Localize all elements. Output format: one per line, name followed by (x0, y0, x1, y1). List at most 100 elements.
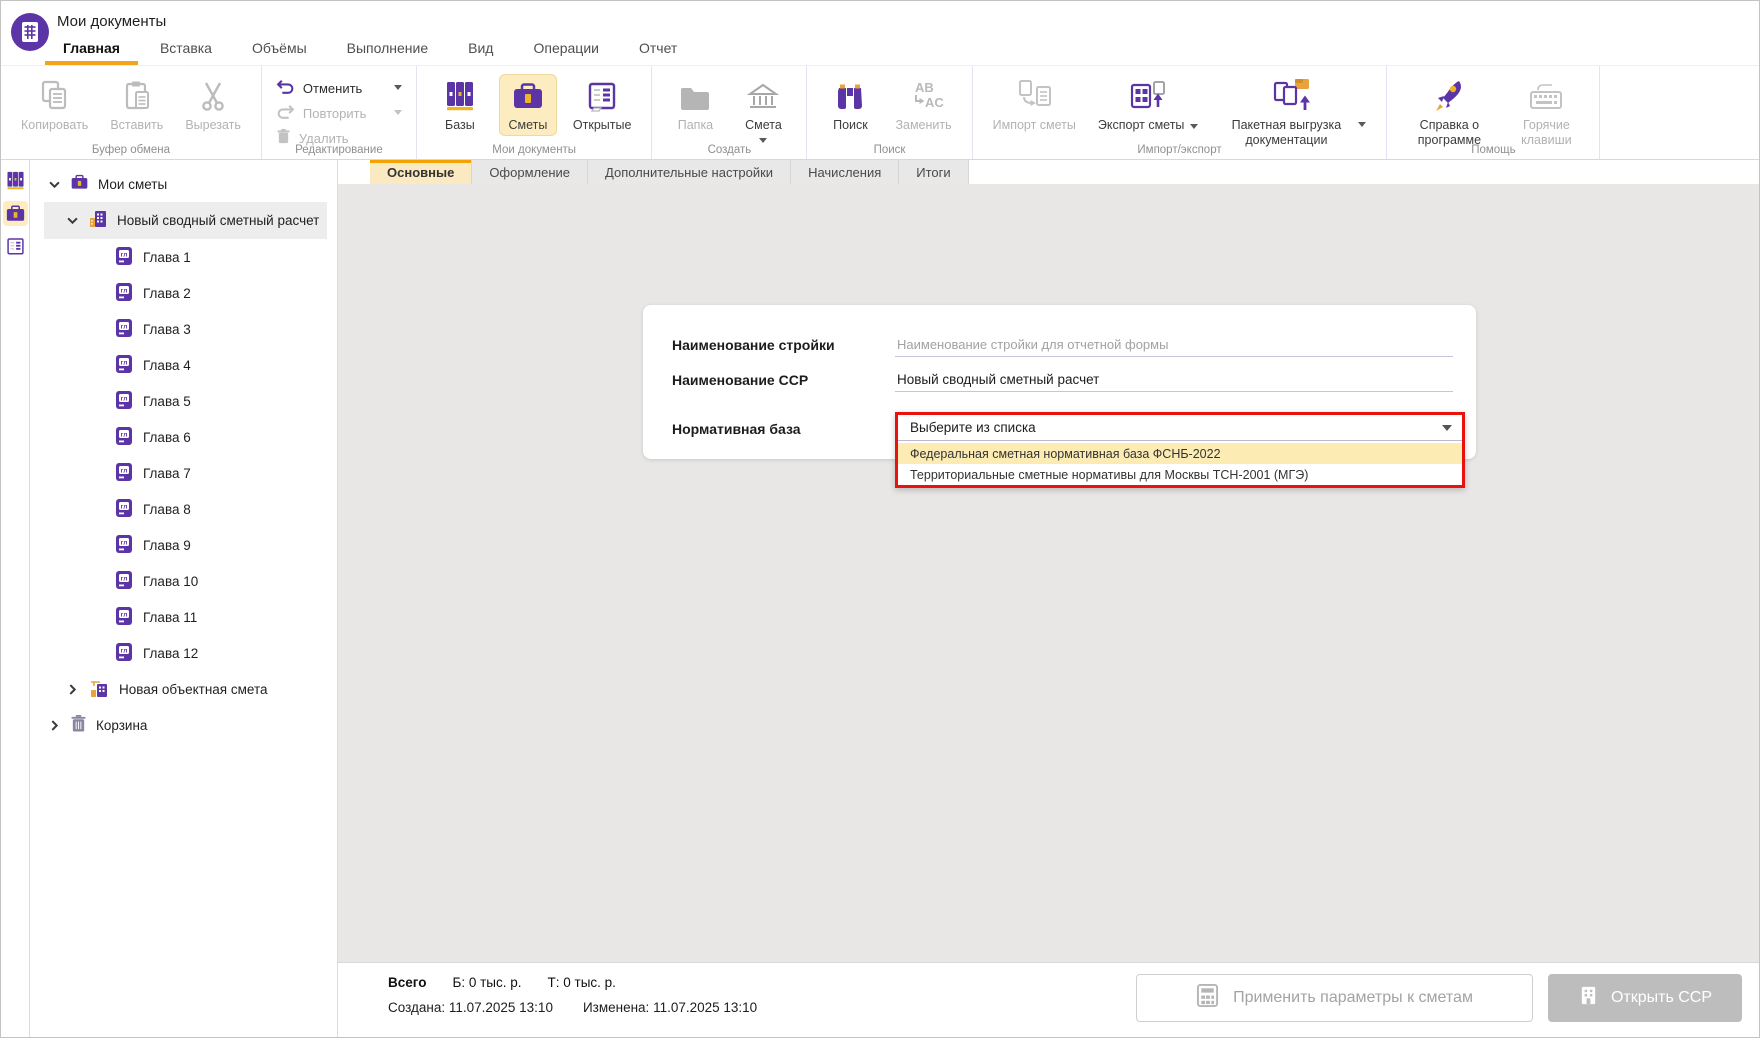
apply-parameters-button[interactable]: Применить параметры к сметам (1136, 974, 1533, 1022)
replace-label: Заменить (895, 118, 951, 133)
search-button[interactable]: Поиск (821, 74, 879, 136)
tree-item-trash[interactable]: Корзина (44, 707, 327, 743)
batch-export-button[interactable]: Пакетная выгрузка документации (1214, 74, 1372, 151)
create-folder-button[interactable]: Папка (666, 74, 724, 136)
about-button[interactable]: Справка о программе (1401, 74, 1497, 151)
svg-text:гл: гл (121, 647, 128, 654)
svg-text:гл: гл (121, 287, 128, 294)
hotkeys-button[interactable]: Горячие клавиши (1507, 74, 1585, 151)
redo-dropdown-caret-icon[interactable] (394, 110, 402, 119)
document-tab[interactable]: Оформление (472, 160, 588, 184)
opened-button[interactable]: Открытые (567, 74, 638, 136)
tree-chapter-list: гл Глава 1 гл Глава 2 гл Глава 3 гл (30, 239, 337, 671)
paste-button[interactable]: Вставить (104, 74, 169, 136)
document-tab[interactable]: Начисления (791, 160, 899, 184)
normative-base-option[interactable]: Федеральная сметная нормативная база ФСН… (898, 443, 1462, 464)
svg-text:гл: гл (121, 251, 128, 258)
menu-tab[interactable]: Вставка (140, 33, 232, 65)
replace-button[interactable]: ABAC Заменить (889, 74, 957, 136)
tree-item-chapter[interactable]: гл Глава 5 (44, 383, 327, 419)
export-dropdown-caret-icon[interactable] (1190, 124, 1198, 133)
copy-label: Копировать (21, 118, 88, 133)
app-window: Мои документы Главная Вставка Объёмы Вып… (0, 0, 1760, 1038)
briefcase-icon (511, 77, 545, 113)
rail-opened-icon[interactable] (3, 234, 28, 259)
menu-tab[interactable]: Объёмы (232, 33, 327, 65)
menu-tab-label: Выполнение (347, 40, 428, 56)
svg-text:гл: гл (121, 467, 128, 474)
tree-item-chapter[interactable]: гл Глава 8 (44, 491, 327, 527)
estimates-button[interactable]: Сметы (499, 74, 557, 136)
import-icon (1014, 77, 1054, 113)
redo-label: Повторить (303, 106, 366, 121)
chapter-icon: гл (114, 606, 134, 629)
create-estimate-button[interactable]: Смета (734, 74, 792, 150)
statusbar: Всего Б: 0 тыс. р. Т: 0 тыс. р. Создана:… (338, 962, 1759, 1037)
batch-dropdown-caret-icon[interactable] (1358, 122, 1366, 131)
tree-item-chapter[interactable]: гл Глава 9 (44, 527, 327, 563)
tree-item-chapter[interactable]: гл Глава 2 (44, 275, 327, 311)
document-tab[interactable]: Дополнительные настройки (588, 160, 791, 184)
normative-base-select[interactable]: Выберите из списка (898, 415, 1462, 441)
import-estimate-button[interactable]: Импорт сметы (987, 74, 1082, 136)
import-estimate-label: Импорт сметы (993, 118, 1076, 133)
create-estimate-label: Смета (745, 118, 782, 133)
bases-button[interactable]: Базы (431, 74, 489, 136)
open-ssr-button[interactable]: Открыть ССР (1548, 974, 1742, 1022)
ribbon: Копировать Вставить Вырезать Буфер обмен… (1, 65, 1759, 160)
select-dropdown-caret-icon[interactable] (1442, 425, 1452, 436)
undo-dropdown-caret-icon[interactable] (394, 85, 402, 94)
tree-item-label: Глава 7 (143, 466, 191, 481)
undo-button[interactable]: Отменить (276, 78, 402, 98)
export-estimate-button[interactable]: Экспорт сметы (1092, 74, 1205, 136)
chevron-down-icon (66, 217, 79, 224)
tree-item-chapter[interactable]: гл Глава 1 (44, 239, 327, 275)
normative-base-option[interactable]: Территориальные сметные нормативы для Мо… (898, 464, 1462, 485)
svg-text:гл: гл (121, 611, 128, 618)
redo-button[interactable]: Повторить (276, 103, 402, 123)
tree-item-object-estimate[interactable]: Новая объектная смета (44, 671, 327, 707)
opened-document-icon (585, 77, 619, 113)
menu-tab[interactable]: Главная (43, 33, 140, 65)
copy-button[interactable]: Копировать (15, 74, 94, 136)
replace-ab-ac-icon: ABAC (904, 77, 944, 113)
tree-item-chapter[interactable]: гл Глава 3 (44, 311, 327, 347)
rail-bases-icon[interactable] (3, 168, 28, 193)
menu-tab-label: Отчет (639, 40, 677, 56)
chapter-icon: гл (114, 462, 134, 485)
document-tab[interactable]: Итоги (899, 160, 968, 184)
construction-name-input[interactable] (895, 333, 1453, 357)
ssr-name-label: Наименование ССР (672, 372, 895, 388)
opened-label: Открытые (573, 118, 632, 133)
tree-item-ssr[interactable]: Новый сводный сметный расчет (44, 202, 327, 239)
tree-item-chapter[interactable]: гл Глава 6 (44, 419, 327, 455)
chapter-icon: гл (114, 534, 134, 557)
tree-item-chapter[interactable]: гл Глава 12 (44, 635, 327, 671)
ssr-name-input[interactable] (895, 368, 1453, 392)
ribbon-group-import-export: Импорт сметы Экспорт сметы Пакетная выгр… (973, 66, 1388, 159)
ribbon-group-editing: Отменить Повторить Удалить Редактировани… (262, 66, 417, 159)
batch-export-icon (1271, 77, 1315, 113)
tree-item-chapter[interactable]: гл Глава 7 (44, 455, 327, 491)
menu-tab[interactable]: Выполнение (327, 33, 448, 65)
tree-item-chapter[interactable]: гл Глава 4 (44, 347, 327, 383)
tree-item-label: Глава 2 (143, 286, 191, 301)
normative-base-highlight-box: Выберите из списка Федеральная сметная н… (895, 412, 1465, 488)
tree-item-label: Новый сводный сметный расчет (117, 213, 319, 228)
rail-estimates-icon[interactable] (3, 201, 28, 226)
content-area: Основные Оформление Дополнительные настр… (338, 160, 1759, 1037)
tree-item-chapter[interactable]: гл Глава 11 (44, 599, 327, 635)
document-tab[interactable]: Основные (370, 160, 472, 184)
document-tab-label: Оформление (489, 165, 570, 180)
tree-item-chapter[interactable]: гл Глава 10 (44, 563, 327, 599)
cut-button[interactable]: Вырезать (179, 74, 247, 136)
rocket-icon (1431, 77, 1467, 113)
apply-parameters-label: Применить параметры к сметам (1233, 989, 1473, 1007)
tree-item-label: Глава 6 (143, 430, 191, 445)
tree-item-my-estimates[interactable]: Мои сметы (44, 166, 327, 202)
tree-item-label: Глава 4 (143, 358, 191, 373)
menu-tab[interactable]: Операции (513, 33, 619, 65)
menu-tab[interactable]: Вид (448, 33, 513, 65)
totals-line: Всего Б: 0 тыс. р. Т: 0 тыс. р. (388, 975, 616, 990)
menu-tab[interactable]: Отчет (619, 33, 697, 65)
